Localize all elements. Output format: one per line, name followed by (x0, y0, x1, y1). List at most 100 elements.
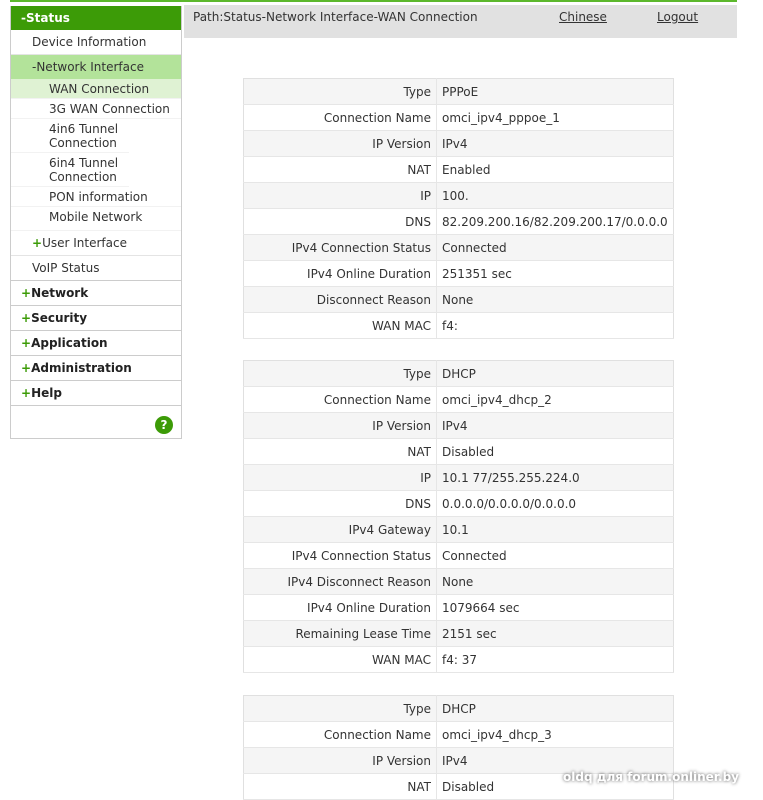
field-label: IPv4 Online Duration (243, 594, 437, 621)
field-value: None (436, 286, 674, 313)
table-row: IPv4 Connection Status Connected (243, 234, 674, 261)
field-label: IP (243, 182, 437, 209)
top-accent-line (10, 0, 737, 2)
table-row: Connection Name omci_ipv4_dhcp_2 (243, 386, 674, 413)
breadcrumb: Path:Status-Network Interface-WAN Connec… (193, 10, 478, 24)
field-label: IPv4 Connection Status (243, 234, 437, 261)
sidebar-user-interface[interactable]: +User Interface (11, 231, 181, 256)
table-row: IPv4 Online Duration 1079664 sec (243, 594, 674, 621)
field-label: IPv4 Gateway (243, 516, 437, 543)
field-label: Connection Name (243, 721, 437, 748)
table-row: IP 10.1 77/255.255.224.0 (243, 464, 674, 491)
field-label: Disconnect Reason (243, 286, 437, 313)
field-label: Connection Name (243, 386, 437, 413)
field-label: NAT (243, 438, 437, 465)
field-value: Disabled (436, 438, 674, 465)
field-value: omci_ipv4_dhcp_2 (436, 386, 674, 413)
wan-connection-table-1: Type PPPoE Connection Name omci_ipv4_pppoe_… (243, 78, 674, 339)
field-value: Connected (436, 234, 674, 261)
field-label: Type (243, 78, 437, 105)
field-value: IPv4 (436, 130, 674, 157)
plus-icon: + (21, 336, 32, 350)
label: Network (31, 286, 89, 300)
field-value: None (436, 568, 674, 595)
sidebar-4in6-tunnel[interactable]: 4in6 Tunnel Connection (11, 119, 129, 153)
table-row: IP 100. (243, 182, 674, 209)
label: Application (31, 336, 108, 350)
field-label: Connection Name (243, 104, 437, 131)
field-value: f4: (436, 312, 674, 339)
plus-icon: + (21, 311, 32, 325)
label: Security (31, 311, 88, 325)
sidebar-wan-connection[interactable]: WAN Connection (11, 79, 181, 99)
table-row: Type DHCP (243, 360, 674, 387)
label: Administration (31, 361, 132, 375)
field-label: Type (243, 695, 437, 722)
field-value: IPv4 (436, 412, 674, 439)
field-label: IPv4 Connection Status (243, 542, 437, 569)
field-value: 82.209.200.16/82.209.200.17/0.0.0.0 (436, 208, 674, 235)
table-row: IPv4 Disconnect Reason None (243, 568, 674, 595)
field-value: f4: 37 (436, 646, 674, 673)
field-label: NAT (243, 156, 437, 183)
table-row: Type DHCP (243, 695, 674, 722)
field-value: Enabled (436, 156, 674, 183)
label: Help (31, 386, 62, 400)
sidebar-network-interface[interactable]: -Network Interface (11, 55, 181, 79)
help-icon[interactable]: ? (155, 416, 173, 434)
field-label: Remaining Lease Time (243, 620, 437, 647)
plus-icon: + (21, 286, 32, 300)
field-value: DHCP (436, 695, 674, 722)
sidebar-administration[interactable]: +Administration (11, 356, 181, 381)
table-row: WAN MAC f4: 37 (243, 646, 674, 673)
sidebar-security[interactable]: +Security (11, 306, 181, 331)
sidebar-3g-wan-connection[interactable]: 3G WAN Connection (11, 99, 181, 119)
field-value: omci_ipv4_dhcp_3 (436, 721, 674, 748)
field-value: 251351 sec (436, 260, 674, 287)
plus-icon: + (32, 236, 43, 250)
field-label: DNS (243, 208, 437, 235)
sidebar-device-information[interactable]: Device Information (11, 30, 181, 55)
field-value: 0.0.0.0/0.0.0.0/0.0.0.0 (436, 490, 674, 517)
table-row: IPv4 Online Duration 251351 sec (243, 260, 674, 287)
sidebar-help[interactable]: +Help (11, 381, 181, 406)
table-row: Disconnect Reason None (243, 286, 674, 313)
chinese-link[interactable]: Chinese (559, 10, 607, 24)
field-value: 100. (436, 182, 674, 209)
table-row: Connection Name omci_ipv4_pppoe_1 (243, 104, 674, 131)
sidebar-status[interactable]: -Status (11, 6, 181, 30)
header-bar: Path:Status-Network Interface-WAN Connec… (184, 5, 737, 38)
field-label: DNS (243, 490, 437, 517)
table-row: Remaining Lease Time 2151 sec (243, 620, 674, 647)
label: User Interface (42, 236, 127, 250)
sidebar-mobile-network[interactable]: Mobile Network (11, 207, 181, 231)
table-row: NAT Disabled (243, 438, 674, 465)
sidebar-pon-information[interactable]: PON information (11, 187, 181, 207)
plus-icon: + (21, 361, 32, 375)
field-label: IP Version (243, 412, 437, 439)
sidebar-application[interactable]: +Application (11, 331, 181, 356)
field-value: DHCP (436, 360, 674, 387)
table-row: NAT Enabled (243, 156, 674, 183)
sidebar-network[interactable]: +Network (11, 281, 181, 306)
field-value: omci_ipv4_pppoe_1 (436, 104, 674, 131)
field-value: 1079664 sec (436, 594, 674, 621)
wan-connection-table-2: Type DHCP Connection Name omci_ipv4_dhcp_2 I… (243, 360, 674, 673)
field-value: 10.1 (436, 516, 674, 543)
field-label: IPv4 Online Duration (243, 260, 437, 287)
table-row: IPv4 Connection Status Connected (243, 542, 674, 569)
table-row: DNS 0.0.0.0/0.0.0.0/0.0.0.0 (243, 490, 674, 517)
sidebar-6in4-tunnel[interactable]: 6in4 Tunnel Connection (11, 153, 129, 187)
sidebar: -Status Device Information -Network Inte… (10, 6, 182, 439)
field-value: Connected (436, 542, 674, 569)
table-row: IP Version IPv4 (243, 130, 674, 157)
logout-link[interactable]: Logout (657, 10, 698, 24)
table-row: IPv4 Gateway 10.1 (243, 516, 674, 543)
sidebar-voip-status[interactable]: VoIP Status (11, 256, 181, 281)
plus-icon: + (21, 386, 32, 400)
table-row: DNS 82.209.200.16/82.209.200.17/0.0.0.0 (243, 208, 674, 235)
field-label: WAN MAC (243, 646, 437, 673)
field-value: PPPoE (436, 78, 674, 105)
watermark: oldq для forum.onliner.by (563, 770, 739, 784)
field-label: IPv4 Disconnect Reason (243, 568, 437, 595)
